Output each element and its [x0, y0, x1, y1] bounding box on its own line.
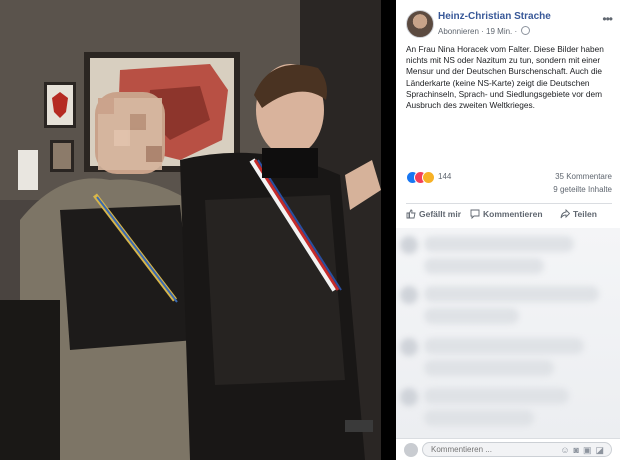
post-actions: Gefällt mir Kommentieren Teilen	[406, 203, 612, 224]
comment-button[interactable]: Kommentieren	[470, 209, 543, 220]
blurred-avatar	[400, 286, 418, 304]
blurred-comment	[424, 286, 599, 302]
comments-section-blurred	[396, 228, 620, 438]
wall-frame-small	[50, 140, 74, 172]
share-icon	[560, 208, 571, 219]
blurred-comment	[424, 388, 569, 404]
photo-divider	[381, 0, 396, 460]
like-button[interactable]: Gefällt mir	[406, 209, 461, 219]
sticker-icon[interactable]: ◪	[595, 445, 608, 455]
author-avatar[interactable]	[406, 10, 434, 38]
composer-icons: ☺◙▣◪	[560, 445, 608, 456]
post-time[interactable]: · 19 Min. ·	[481, 27, 517, 36]
blurred-comment	[424, 236, 574, 252]
post-text: An Frau Nina Horacek vom Falter. Diese B…	[406, 44, 604, 111]
wall-notice	[18, 150, 38, 190]
shares-count[interactable]: 9 geteilte Inhalte	[553, 185, 612, 194]
blurred-comment	[424, 410, 534, 426]
like-label: Gefällt mir	[419, 209, 462, 219]
blurred-avatar	[400, 338, 418, 356]
blurred-avatar	[400, 388, 418, 406]
share-label: Teilen	[573, 209, 597, 219]
emoji-icon[interactable]: ☺	[560, 445, 573, 455]
share-button[interactable]: Teilen	[560, 208, 597, 219]
blurred-avatar	[400, 236, 418, 254]
more-options-icon[interactable]: •••	[602, 12, 613, 26]
post-photo[interactable]	[0, 0, 381, 460]
photo-illustration	[0, 0, 381, 460]
comment-composer: ☺◙▣◪	[396, 438, 620, 460]
post-header: Heinz-Christian Strache Abonnieren · 19 …	[406, 10, 613, 42]
follow-link[interactable]: Abonnieren	[438, 27, 479, 36]
author-name[interactable]: Heinz-Christian Strache	[438, 11, 551, 22]
gif-icon[interactable]: ▣	[583, 445, 596, 455]
blurred-comment	[424, 338, 584, 354]
wall-frame-eagle	[44, 82, 76, 128]
reactions-bar: 144 35 Kommentare 9 geteilte Inhalte	[406, 171, 612, 197]
comments-count[interactable]: 35 Kommentare	[555, 172, 612, 181]
viewer-avatar	[404, 443, 418, 457]
comment-label: Kommentieren	[483, 209, 543, 219]
blurred-comment	[424, 360, 554, 376]
thumbs-up-icon	[406, 209, 416, 219]
post-panel: Heinz-Christian Strache Abonnieren · 19 …	[396, 0, 620, 460]
blurred-comment	[424, 308, 519, 324]
reaction-count[interactable]: 144	[438, 172, 451, 181]
comment-icon	[470, 209, 480, 220]
haha-reaction-icon[interactable]	[422, 171, 435, 184]
globe-icon	[521, 26, 531, 35]
camera-icon[interactable]: ◙	[574, 445, 583, 455]
blurred-comment	[424, 258, 544, 274]
post-meta: Abonnieren · 19 Min. ·	[438, 26, 531, 36]
